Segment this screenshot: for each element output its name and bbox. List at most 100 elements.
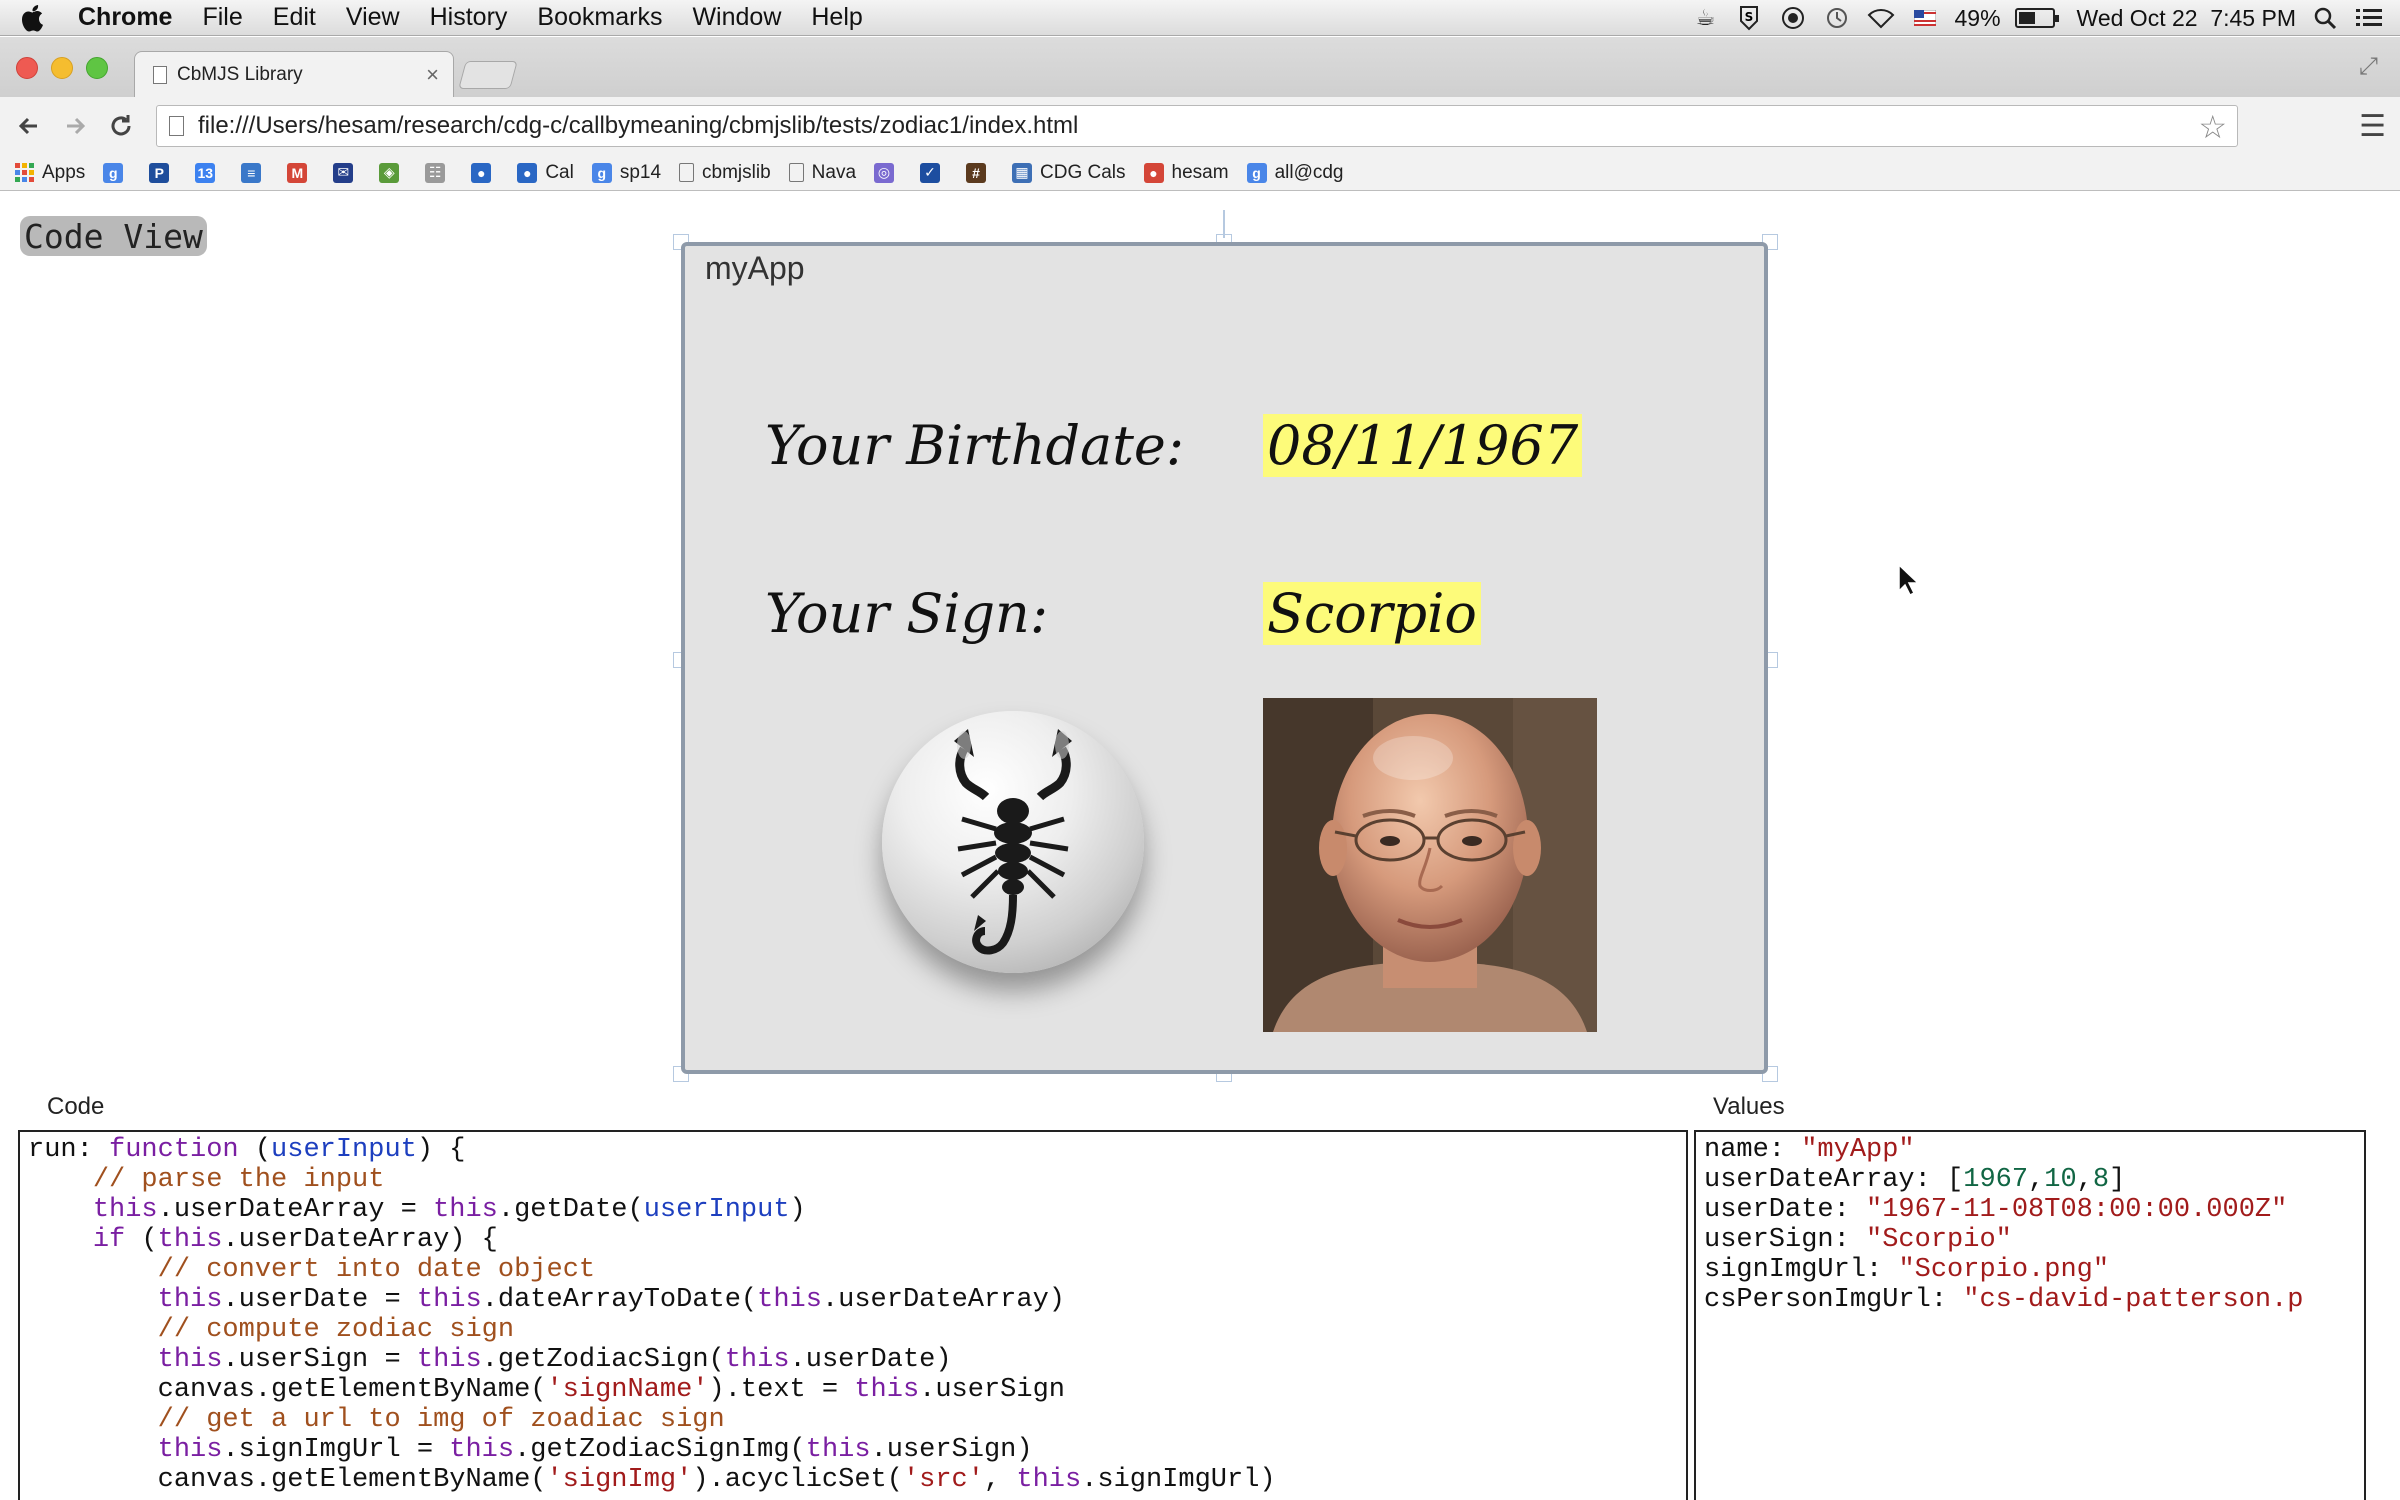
menu-history[interactable]: History [415,3,523,32]
value-token: ] [2109,1165,2126,1195]
code-token: .userSign) [870,1435,1033,1465]
code-token: function [109,1135,239,1165]
bookmark-label: Cal [545,161,574,183]
menu-view[interactable]: View [331,3,415,32]
close-tab-icon[interactable]: × [426,62,439,88]
code-view-button[interactable]: Code View [20,216,207,256]
bookmark-item[interactable]: ◎ [874,162,902,183]
menu-bookmarks[interactable]: Bookmarks [522,3,677,32]
code-token: ).text = [708,1375,855,1405]
bookmark-item[interactable]: ◈ [379,162,407,183]
bookmark-item[interactable]: ● [471,162,499,183]
code-token: .getZodiacSign( [481,1345,725,1375]
zoom-window-button[interactable] [86,57,108,79]
bookmark-favicon-icon: ◈ [379,162,400,183]
forward-button[interactable] [52,103,98,149]
sign-value[interactable]: Scorpio [1263,582,1481,645]
code-line: canvas.getElementByName('signName').text… [28,1375,1678,1405]
menu-edit[interactable]: Edit [258,3,331,32]
battery-fill [2018,12,2036,24]
close-window-button[interactable] [16,57,38,79]
scorpion-icon [954,729,1072,955]
minimize-window-button[interactable] [51,57,73,79]
app-canvas[interactable]: myApp Your Birthdate: 08/11/1967 Your Si… [681,242,1768,1074]
person-photo[interactable] [1263,698,1597,1032]
apps-icon [14,162,34,183]
value-token: "1967-11-08T08:00:00.000Z" [1866,1195,2288,1225]
menu-window[interactable]: Window [677,3,796,32]
new-tab-button[interactable] [458,61,518,89]
code-token: ) [789,1195,806,1225]
value-token: "cs-david-patterson.p [1963,1285,2304,1315]
back-button[interactable] [6,103,52,149]
bookmark-item[interactable]: M [287,162,315,183]
bookmark-item[interactable]: cbmjslib [679,162,771,184]
bookmark-item[interactable]: Nava [788,162,856,184]
page-icon [169,116,184,136]
battery-icon[interactable] [2014,8,2059,28]
record-icon[interactable] [1778,4,1808,32]
menu-app-name[interactable]: Chrome [66,3,187,32]
code-token: this [1016,1465,1082,1495]
code-line: // compute zodiac sign [28,1315,1678,1345]
value-line: userDate: "1967-11-08T08:00:00.000Z" [1704,1195,2356,1225]
coffee-icon[interactable]: ☕ [1690,4,1720,32]
bookmark-item[interactable]: ☷ [425,162,453,183]
reload-button[interactable] [98,103,144,149]
bookmark-item[interactable]: g sp14 [591,162,661,184]
code-line: canvas.getElementByName('signImg').acycl… [28,1465,1678,1495]
bookmark-item[interactable]: g all@cdg [1246,162,1344,184]
bookmark-item[interactable]: ● Cal [517,162,574,184]
code-token: canvas.getElementByName( [28,1465,547,1495]
bookmark-item[interactable]: ▦ CDG Cals [1012,162,1126,184]
bookmark-favicon-icon: M [287,162,308,183]
birthdate-label: Your Birthdate: [765,414,1185,477]
code-token: , [983,1465,1017,1495]
wifi-icon[interactable] [1866,4,1896,32]
code-token: .signImgUrl) [1081,1465,1276,1495]
code-token: .userDate) [789,1345,952,1375]
s-icon[interactable]: S [1734,4,1764,32]
scorpio-sign-image[interactable] [882,711,1144,973]
clock[interactable]: Wed Oct 22 7:45 PM [2077,5,2296,32]
list-icon[interactable] [2354,4,2384,32]
bookmark-item[interactable]: ✉ [333,162,361,183]
bookmark-item[interactable]: ✓ [920,162,948,183]
fullscreen-icon[interactable]: ⤢ [2359,53,2378,81]
code-editor[interactable]: run: function (userInput) { // parse the… [18,1130,1688,1500]
bookmark-item[interactable]: ≡ [241,162,269,183]
code-line: // get a url to img of zoadiac sign [28,1405,1678,1435]
time-machine-icon[interactable] [1822,4,1852,32]
code-token: .userDate = [222,1285,417,1315]
browser-tab[interactable]: CbMJS Library × [134,51,454,97]
bookmark-item[interactable]: 13 [195,162,223,183]
code-line: this.userDate = this.dateArrayToDate(thi… [28,1285,1678,1315]
code-token: 'signImg' [546,1465,693,1495]
menu-help[interactable]: Help [796,3,877,32]
values-panel-label: Values [1713,1093,1785,1120]
browser-toolbar: file:///Users/hesam/research/cdg-c/callb… [0,97,2400,155]
bookmark-item[interactable]: # [966,162,994,183]
apple-icon[interactable] [0,3,66,33]
code-line: this.userDateArray = this.getDate(userIn… [28,1195,1678,1225]
bookmark-star-icon[interactable]: ☆ [2198,108,2227,146]
bookmark-item[interactable]: Apps [14,162,85,184]
menu-file[interactable]: File [187,3,257,32]
chrome-menu-icon[interactable]: ☰ [2359,109,2386,144]
values-inspector[interactable]: name: "myApp" userDateArray: [1967,10,8] u… [1694,1130,2366,1500]
bookmark-item[interactable]: g [103,162,131,183]
code-token: this [854,1375,920,1405]
flag-icon[interactable] [1910,4,1940,32]
search-icon[interactable] [2310,4,2340,32]
bookmark-label: CDG Cals [1040,161,1126,183]
bookmark-item[interactable]: P [149,162,177,183]
birthdate-value[interactable]: 08/11/1967 [1263,414,1583,477]
page-icon [679,163,695,182]
bookmark-item[interactable]: ● hesam [1143,162,1229,184]
address-bar[interactable]: file:///Users/hesam/research/cdg-c/callb… [156,105,2238,147]
url-text[interactable]: file:///Users/hesam/research/cdg-c/callb… [198,112,1078,140]
code-token: 'signName' [546,1375,709,1405]
